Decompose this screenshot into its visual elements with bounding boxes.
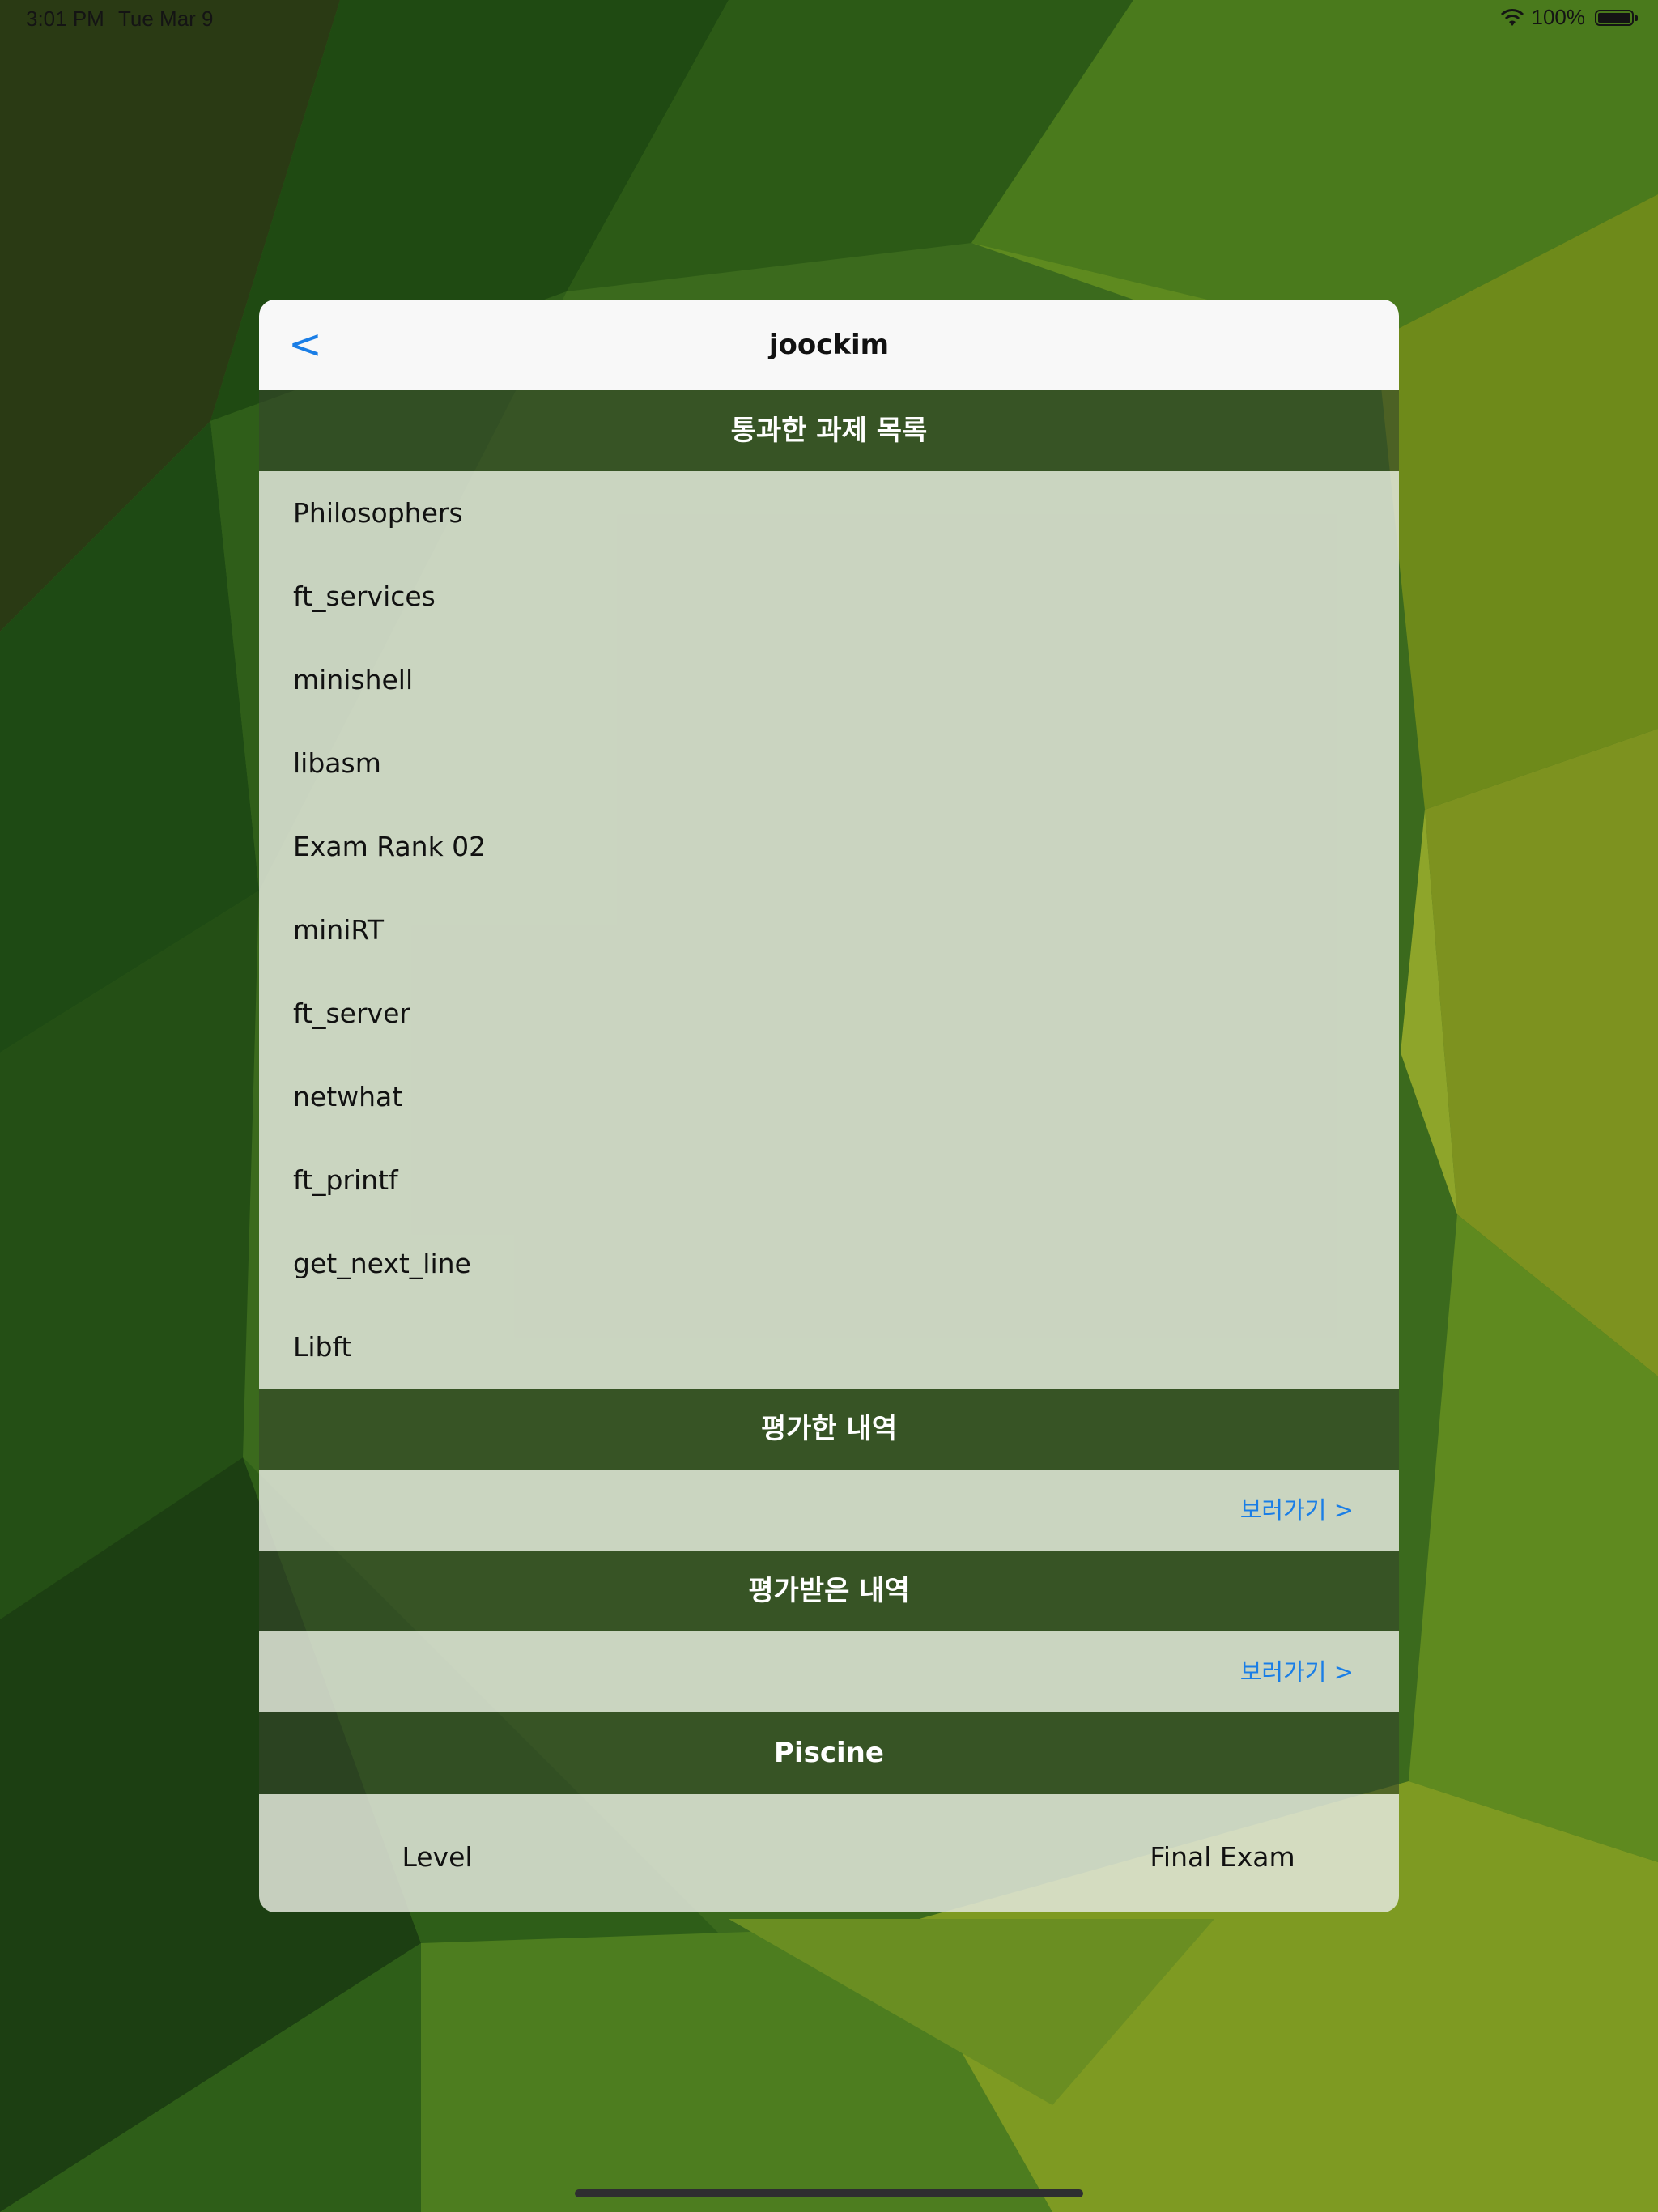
list-item[interactable]: netwhat — [259, 1055, 1399, 1138]
passed-projects-list: Philosophers ft_services minishell libas… — [259, 471, 1399, 1389]
view-evaluations-received-link[interactable]: 보러가기 > — [1240, 1631, 1354, 1712]
status-indicators: 100% — [1499, 5, 1638, 30]
list-item[interactable]: ft_services — [259, 555, 1399, 638]
evaluations-given-row: 보러가기 > — [259, 1470, 1399, 1551]
page-title: joockim — [768, 329, 890, 361]
list-item[interactable]: libasm — [259, 721, 1399, 805]
list-item[interactable]: miniRT — [259, 888, 1399, 972]
section-header-evaluations-received: 평가받은 내역 — [259, 1551, 1399, 1631]
battery-icon — [1595, 9, 1638, 26]
list-item[interactable]: Exam Rank 02 — [259, 805, 1399, 888]
view-evaluations-given-link[interactable]: 보러가기 > — [1240, 1470, 1354, 1551]
back-button[interactable]: < — [288, 316, 337, 372]
status-date: Tue Mar 9 — [118, 6, 214, 31]
piscine-row: Level Final Exam — [259, 1794, 1399, 1912]
section-header-passed-projects: 통과한 과제 목록 — [259, 390, 1399, 471]
list-item[interactable]: minishell — [259, 638, 1399, 721]
piscine-level-label: Level — [402, 1841, 473, 1873]
status-time: 3:01 PM — [26, 6, 104, 31]
passed-projects-list-container: Philosophers ft_services minishell libas… — [259, 471, 1399, 1389]
wifi-icon — [1500, 8, 1524, 26]
status-bar: 3:01 PM Tue Mar 9 100% — [0, 0, 1658, 39]
list-item[interactable]: get_next_line — [259, 1222, 1399, 1305]
list-item[interactable]: ft_server — [259, 972, 1399, 1055]
list-item[interactable]: Libft — [259, 1305, 1399, 1389]
list-item[interactable]: Philosophers — [259, 471, 1399, 555]
evaluations-received-row: 보러가기 > — [259, 1631, 1399, 1712]
section-header-piscine: Piscine — [259, 1712, 1399, 1794]
home-indicator[interactable] — [575, 2189, 1083, 2197]
navigation-bar: < joockim — [259, 300, 1399, 390]
battery-percentage: 100% — [1531, 5, 1586, 29]
piscine-final-exam-label: Final Exam — [1150, 1841, 1295, 1873]
list-item[interactable]: ft_printf — [259, 1138, 1399, 1222]
profile-sheet: < joockim 통과한 과제 목록 Philosophers ft_serv… — [259, 300, 1399, 1912]
section-header-evaluations-given: 평가한 내역 — [259, 1389, 1399, 1470]
